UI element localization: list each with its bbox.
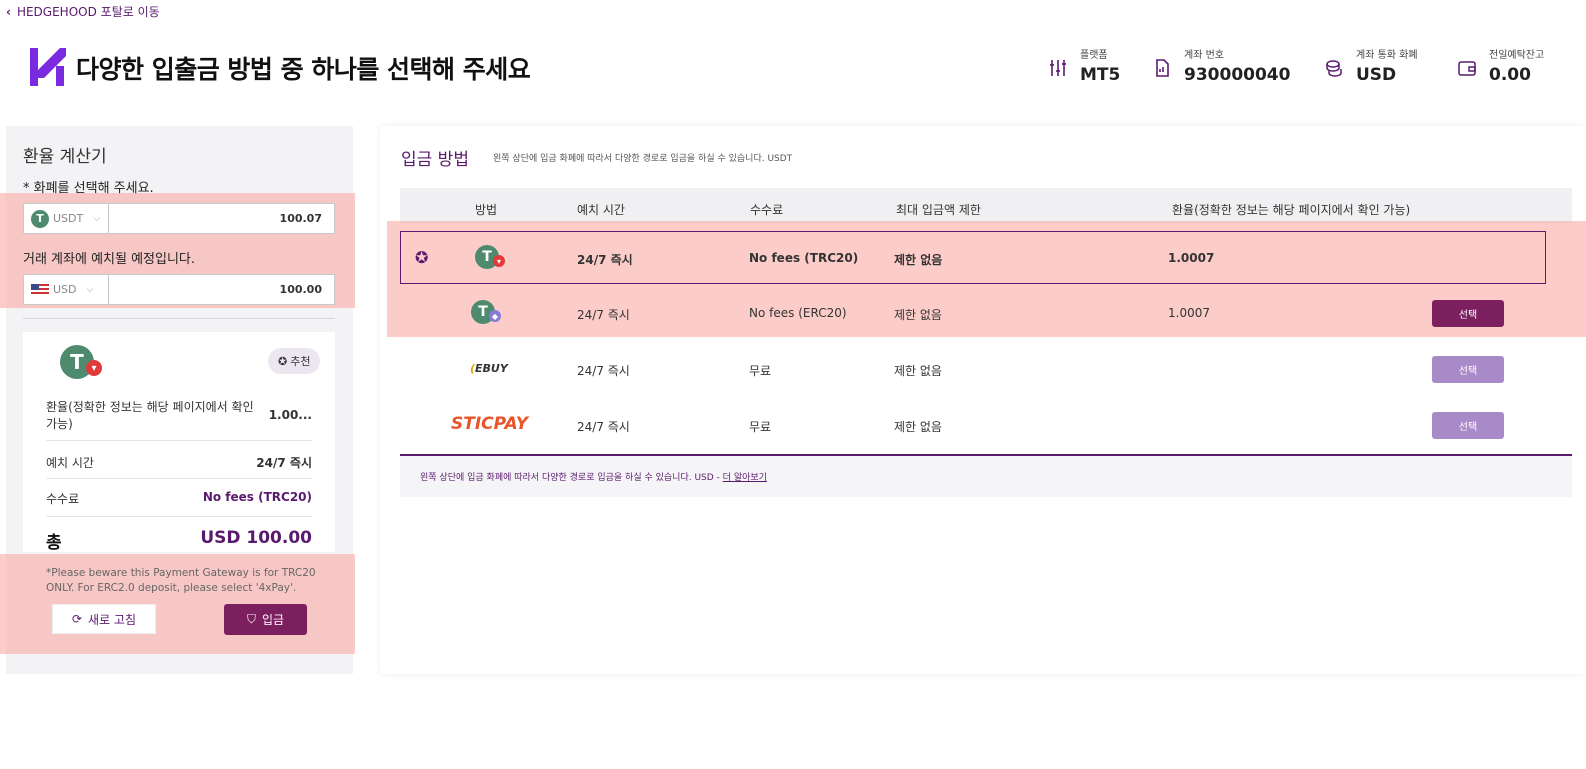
from-currency-select[interactable]: T USDT ⌵ xyxy=(24,204,109,233)
account-currency-label: 계좌 통화 화폐 xyxy=(1356,50,1418,61)
row-limit: 제한 없음 xyxy=(894,420,942,434)
to-currency-row: USD ⌵ 100.00 xyxy=(23,274,335,305)
row-limit: 제한 없음 xyxy=(894,308,942,322)
document-icon xyxy=(1156,59,1169,77)
back-to-portal-link[interactable]: ‹ HEDGEHOOD 포탈로 이동 xyxy=(6,3,160,20)
chevron-left-icon: ‹ xyxy=(6,4,11,19)
award-icon: ✪ xyxy=(278,354,288,368)
time-value: 24/7 즉시 xyxy=(256,456,312,470)
table-row[interactable]: T ◆ 24/7 즉시 No fees (ERC20) 제한 없음 1.0007 … xyxy=(400,286,1572,339)
row-limit: 제한 없음 xyxy=(894,364,942,378)
total-label: 총 xyxy=(46,533,62,553)
fee-label: 수수료 xyxy=(46,492,80,506)
row-time: 24/7 즉시 xyxy=(577,364,630,378)
account-number-value: 930000040 xyxy=(1184,65,1291,85)
sticpay-logo: STICPAY xyxy=(451,414,529,434)
calculator-title: 환율 계산기 xyxy=(23,147,107,167)
refresh-icon: ⟳ xyxy=(71,612,83,626)
deposit-methods-panel: 입금 방법 왼쪽 상단에 입금 화폐에 따라서 다양한 경로로 입금을 하실 수… xyxy=(380,126,1586,674)
account-balance-label: 전일예탁잔고 xyxy=(1489,50,1545,61)
refresh-button[interactable]: ⟳ 새로 고침 xyxy=(52,604,156,634)
account-number: 계좌 번호 930000040 xyxy=(1152,46,1290,85)
fee-value: No fees (TRC20) xyxy=(202,490,312,504)
currency-select-note: * 화폐를 선택해 주세요. xyxy=(23,181,154,196)
fee-row: 수수료 No fees (TRC20) xyxy=(46,490,312,507)
row-fee: 무료 xyxy=(749,420,772,434)
wallet-icon xyxy=(1458,61,1476,76)
header-time: 예치 시간 xyxy=(577,203,625,217)
rate-label: 환율(정확한 정보는 해당 페이지에서 확인 가능) xyxy=(46,400,254,431)
account-platform: 플랫폼 MT5 xyxy=(1048,46,1120,85)
divider xyxy=(23,318,335,319)
from-currency-row: T USDT ⌵ 100.07 xyxy=(23,203,335,234)
footer-text: 왼쪽 상단에 입금 화폐에 따라서 다양한 경로로 입금을 하실 수 있습니다.… xyxy=(420,473,767,483)
sliders-icon xyxy=(1050,60,1066,76)
tether-icon: T xyxy=(31,209,49,228)
select-button[interactable]: 선택 xyxy=(1432,356,1504,383)
methods-title: 입금 방법 xyxy=(401,150,469,170)
from-amount-input[interactable]: 100.07 xyxy=(109,204,334,233)
account-balance-value: 0.00 xyxy=(1489,65,1531,85)
row-fee: No fees (ERC20) xyxy=(749,306,847,320)
table-row[interactable]: (EBUY 24/7 즉시 무료 제한 없음 선택 xyxy=(400,342,1572,395)
selected-row-outline xyxy=(400,231,1546,284)
ebuy-logo: (EBUY xyxy=(470,362,508,375)
platform-label: 플랫폼 xyxy=(1080,50,1108,61)
hedgehood-logo xyxy=(30,48,66,86)
from-currency-code: USDT xyxy=(53,212,84,225)
methods-footer: 왼쪽 상단에 입금 화폐에 따라서 다양한 경로로 입금을 하실 수 있습니다.… xyxy=(400,454,1572,497)
row-time: 24/7 즉시 xyxy=(577,420,630,434)
page-title: 다양한 입출금 방법 중 하나를 선택해 주세요 xyxy=(76,55,531,84)
select-button[interactable]: 선택 xyxy=(1432,300,1504,327)
chevron-down-icon: ⌵ xyxy=(86,284,94,295)
to-currency-code: USD xyxy=(53,283,77,296)
total-value: USD 100.00 xyxy=(200,528,312,548)
account-number-label: 계좌 번호 xyxy=(1184,50,1224,61)
methods-table-header: 방법 예치 시간 수수료 최대 입금액 제한 환율(정확한 정보는 해당 페이지… xyxy=(400,188,1572,223)
rate-row: 환율(정확한 정보는 해당 페이지에서 확인 가능) 1.00... xyxy=(46,399,312,433)
header-fee: 수수료 xyxy=(750,203,784,217)
header-limit: 최대 입금액 제한 xyxy=(896,203,981,217)
recommended-badge: ✪ 추천 xyxy=(268,348,321,374)
usdt-erc20-icon: T ◆ xyxy=(471,300,501,324)
to-currency-select[interactable]: USD ⌵ xyxy=(24,275,109,304)
divider xyxy=(46,516,312,517)
row-time: 24/7 즉시 xyxy=(577,308,630,322)
account-currency-value: USD xyxy=(1356,65,1397,85)
learn-more-link[interactable]: 더 알아보기 xyxy=(723,473,767,483)
divider xyxy=(46,478,312,479)
methods-subtitle: 왼쪽 상단에 입금 화폐에 따라서 다양한 경로로 입금을 하실 수 있습니다.… xyxy=(493,154,793,164)
selected-method-card: T ▾ ✪ 추천 환율(정확한 정보는 해당 페이지에서 확인 가능) 1.00.… xyxy=(23,332,335,552)
trc20-warning: *Please beware this Payment Gateway is f… xyxy=(46,567,316,594)
account-balance: 전일예탁잔고 0.00 xyxy=(1457,46,1544,85)
back-link-label: HEDGEHOOD 포탈로 이동 xyxy=(16,5,160,19)
us-flag-icon xyxy=(31,283,49,296)
row-fee: 무료 xyxy=(749,364,772,378)
exchange-calculator-panel: 환율 계산기 * 화폐를 선택해 주세요. T USDT ⌵ 100.07 거래… xyxy=(0,126,355,674)
time-label: 예치 시간 xyxy=(46,456,94,470)
coins-icon xyxy=(1326,60,1342,77)
divider xyxy=(46,440,312,441)
rate-value: 1.00... xyxy=(268,408,312,422)
account-currency: 계좌 통화 화폐 USD xyxy=(1324,46,1418,85)
header-rate: 환율(정확한 정보는 해당 페이지에서 확인 가능) xyxy=(1172,203,1411,217)
table-row[interactable]: STICPAY 24/7 즉시 무료 제한 없음 선택 xyxy=(400,398,1572,451)
chevron-down-icon: ⌵ xyxy=(93,213,101,224)
usdt-trc20-icon: T ▾ xyxy=(60,345,102,379)
deposit-note: 거래 계좌에 예치될 예정입니다. xyxy=(23,252,196,267)
platform-value: MT5 xyxy=(1080,65,1121,85)
deposit-button[interactable]: ⛉ 입금 xyxy=(224,604,307,635)
select-button[interactable]: 선택 xyxy=(1432,412,1504,439)
row-rate: 1.0007 xyxy=(1168,306,1210,320)
to-amount-input[interactable]: 100.00 xyxy=(109,275,334,304)
time-row: 예치 시간 24/7 즉시 xyxy=(46,454,312,471)
shield-icon: ⛉ xyxy=(246,612,256,626)
header-method: 방법 xyxy=(475,203,498,217)
